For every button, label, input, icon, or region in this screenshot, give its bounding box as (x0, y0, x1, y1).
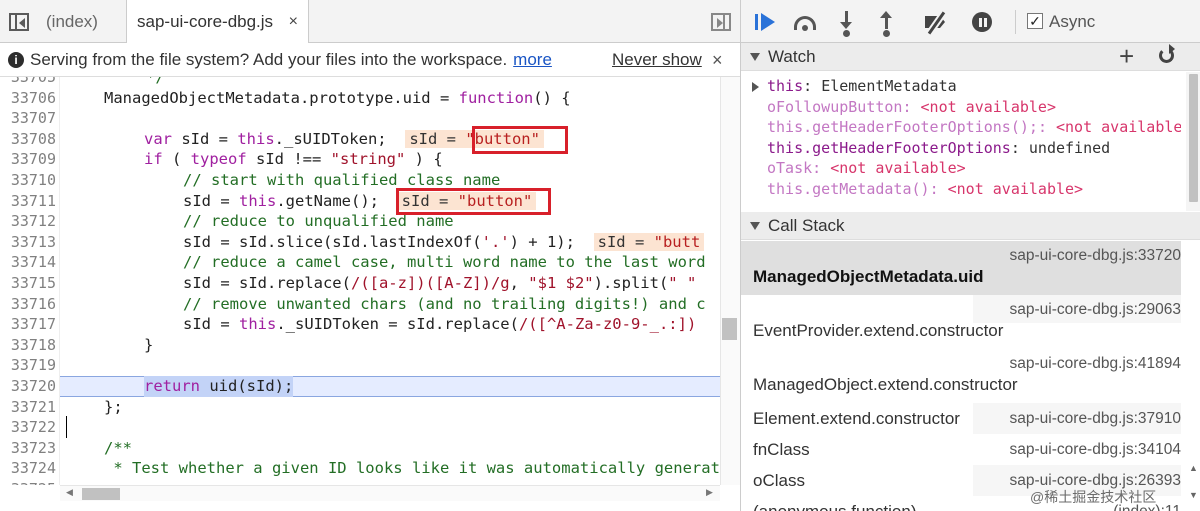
code-line: 33708 var sId = this._sUIDToken; sId = "b… (0, 129, 720, 150)
step-into-button[interactable] (833, 9, 861, 37)
call-frame[interactable]: sap-ui-core-dbg.js:33720 ManagedObjectMe… (741, 241, 1181, 295)
code-line: 33714// reduce a camel case, multi word … (10, 253, 706, 272)
editor-vertical-scrollbar[interactable] (720, 77, 740, 485)
watch-item[interactable]: this.getHeaderFooterOptions: undefined (741, 138, 1181, 159)
code-line: 33717 sId = this._sUIDToken = sId.replace… (10, 315, 697, 334)
editor-pane: (index) sap-ui-core-dbg.js × i Serving f… (0, 0, 740, 511)
call-stack-section-header[interactable]: Call Stack (741, 212, 1200, 240)
code-line: 33721}; (10, 397, 123, 416)
collapse-triangle-icon (750, 53, 760, 61)
tab-close-icon[interactable]: × (289, 0, 298, 43)
watch-item[interactable]: oFollowupButton: <not available> (741, 97, 1181, 118)
inline-value-sid: sId = "butt (593, 232, 705, 251)
editor-tab-bar: (index) sap-ui-core-dbg.js × (0, 0, 740, 44)
scroll-right-arrow-icon[interactable]: ▶ (706, 487, 713, 498)
pause-icon (972, 12, 992, 32)
editor-vertical-scroll-thumb[interactable] (722, 318, 737, 340)
code-line: 33705 */ (10, 77, 165, 86)
infobar-message: Serving from the file system? Add your f… (30, 50, 552, 69)
code-line: 33712// reduce to unqualified name (10, 212, 454, 231)
add-watch-button[interactable]: + (1119, 43, 1134, 69)
collapse-triangle-icon (750, 222, 760, 230)
async-label: Async (1049, 12, 1096, 31)
watch-item[interactable]: this: ElementMetadata (741, 76, 1181, 97)
info-icon: i (8, 52, 24, 68)
tab-sap-ui-core-dbg[interactable]: sap-ui-core-dbg.js × (126, 0, 309, 44)
watch-item[interactable]: oTask: <not available> (741, 158, 1181, 179)
step-over-button[interactable] (791, 9, 819, 35)
call-frame[interactable]: sap-ui-core-dbg.js:41894 ManagedObject.e… (741, 349, 1181, 403)
watch-item[interactable]: this.getHeaderFooterOptions();: <not ava… (741, 117, 1181, 138)
async-checkbox[interactable]: ✓ (1027, 13, 1043, 29)
call-frame[interactable]: sap-ui-core-dbg.js:29063 EventProvider.e… (741, 295, 1181, 349)
watermark-text: @稀土掘金技术社区 (1030, 489, 1157, 505)
editor-horizontal-scrollbar[interactable] (60, 485, 720, 501)
never-show-link[interactable]: Never show (612, 43, 702, 77)
code-line: 33719 (10, 356, 56, 375)
inline-value-sid: sId = "button" (405, 129, 544, 148)
tab-index[interactable]: (index) (36, 0, 126, 43)
resume-button[interactable] (753, 9, 781, 35)
call-frame[interactable]: Element.extend.constructor sap-ui-core-d… (741, 403, 1181, 434)
code-line: 33713 sId = sId.slice(sId.lastIndexOf('.'… (0, 232, 720, 253)
code-line: 33724 * Test whether a given ID looks li… (10, 459, 739, 478)
workspace-infobar: i Serving from the file system? Add your… (0, 43, 740, 77)
sidebar-vertical-scroll-thumb[interactable] (1189, 74, 1198, 202)
expand-triangle-icon[interactable] (752, 82, 759, 92)
text-caret (66, 416, 67, 438)
watch-item[interactable]: this.getMetadata(): <not available> (741, 179, 1181, 200)
step-out-button[interactable] (873, 9, 901, 37)
code-editor[interactable]: 33705 */ 33706 ManagedObjectMetadata.prot… (0, 77, 740, 485)
more-link[interactable]: more (513, 50, 552, 69)
code-line: 33709 if ( typeof sId !== "string" ) { (10, 150, 443, 169)
toolbar-divider (1015, 10, 1016, 34)
code-line: 33718} (10, 335, 154, 354)
scroll-down-arrow-icon[interactable]: ▼ (1189, 490, 1198, 500)
deactivate-breakpoints-button[interactable] (923, 9, 951, 35)
toggle-debugger-icon[interactable] (711, 13, 731, 31)
code-line: 33722 (10, 418, 56, 437)
watch-section-header[interactable]: Watch + (741, 43, 1200, 71)
editor-horizontal-scroll-thumb[interactable] (82, 488, 120, 500)
pause-on-exceptions-button[interactable] (969, 9, 997, 35)
code-line: 33720 return uid(sId); (10, 376, 294, 397)
scroll-left-arrow-icon[interactable]: ◀ (66, 487, 73, 498)
scroll-up-arrow-icon[interactable]: ▲ (1189, 463, 1198, 473)
infobar-close-icon[interactable]: × (712, 43, 723, 77)
code-line: 33707 (10, 109, 56, 128)
debugger-sidebar: ✓ Async Watch + this: ElementMetadata oF… (740, 0, 1200, 511)
inline-value-sid: sId = "button" (397, 191, 537, 210)
code-line: 33710// start with qualified class name (10, 171, 501, 189)
code-line: 33715 sId = sId.replace(/([a-z])([A-Z])/g… (10, 274, 697, 292)
call-frame[interactable]: fnClass sap-ui-core-dbg.js:34104 (741, 434, 1181, 465)
toggle-navigator-icon[interactable] (9, 13, 29, 31)
refresh-icon[interactable] (1159, 44, 1175, 63)
resume-icon (755, 14, 758, 30)
code-line: 33706 ManagedObjectMetadata.prototype.uid… (10, 88, 571, 107)
code-line: 33716// remove unwanted chars (and no tr… (10, 294, 706, 313)
code-line: 33723/** (10, 438, 132, 457)
tab-file-label: sap-ui-core-dbg.js (137, 12, 274, 31)
debugger-toolbar: ✓ Async (741, 0, 1200, 43)
code-line: 33711 sId = this.getName(); sId = "button… (0, 191, 720, 212)
